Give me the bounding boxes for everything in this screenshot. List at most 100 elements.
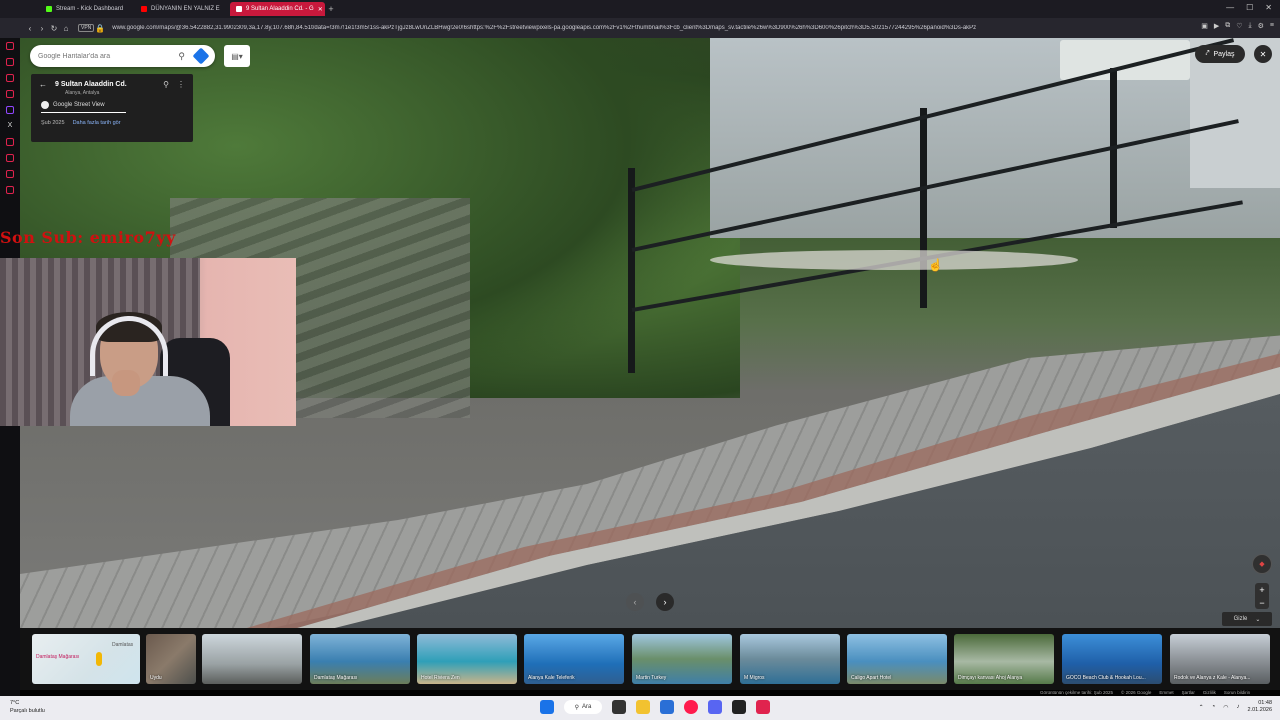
volume-icon[interactable]: ♪ — [1237, 704, 1240, 710]
clock[interactable]: 01:48 2.01.2026 — [1248, 700, 1272, 714]
thumb-caption: Alanya Kale Teleferik — [528, 675, 575, 681]
photo-thumbnail[interactable]: Rodok ve Alanya z Kale - Alanya... — [1170, 634, 1270, 684]
compass-icon[interactable]: ◆ — [1252, 554, 1272, 574]
taskbar-search-label: Ara — [582, 704, 592, 710]
tab-label: 9 Sultan Alaaddin Cd. - G — [246, 6, 314, 12]
capture-date: Şub 2025 — [41, 120, 65, 126]
navigation-marker[interactable] — [710, 250, 1078, 270]
sidebar-clock-icon[interactable] — [6, 138, 14, 146]
heart-icon[interactable]: ♡ — [1236, 22, 1242, 30]
photo-thumbnail[interactable]: GOCO Beach Club & Hookah Lou... — [1062, 634, 1162, 684]
pin-icon[interactable]: ⚲ — [163, 80, 169, 89]
sidebar-box-icon[interactable] — [6, 154, 14, 162]
calendar-icon[interactable] — [660, 700, 674, 714]
photo-thumbnail[interactable] — [202, 634, 302, 684]
close-tab-icon[interactable]: ✕ — [318, 6, 323, 13]
previous-photo-button[interactable]: ‹ — [626, 593, 644, 611]
directions-icon[interactable] — [192, 47, 210, 65]
weather-widget[interactable]: 7°C Parçalı bulutlu — [10, 699, 45, 715]
photo-thumbnail[interactable]: Damlataş Mağarası — [310, 634, 410, 684]
sidebar-home-icon[interactable] — [6, 42, 14, 50]
layers-icon: ▤▾ — [231, 51, 243, 61]
extension-icon[interactable]: ⚙ — [1258, 22, 1264, 30]
system-tray: ⌃ ◔ ◠ ♪ 01:48 2.01.2026 — [1199, 700, 1272, 714]
footer-link[interactable]: Emmet — [1159, 690, 1173, 695]
taskbar-search[interactable]: ⚲ Ara — [564, 700, 602, 714]
hide-strip-button[interactable]: Gizle ⌄ — [1222, 612, 1272, 626]
pegman-icon[interactable] — [96, 652, 102, 666]
photo-thumbnail[interactable]: Caligo Apart Hotel — [847, 634, 947, 684]
sign — [1060, 40, 1190, 80]
close-window-icon[interactable]: ✕ — [1265, 3, 1272, 12]
url-field[interactable]: www.google.com/maps/@36.5422882,31.99023… — [112, 25, 1112, 31]
photo-thumbnail[interactable]: Martin Turkey — [632, 634, 732, 684]
zoom-out-icon[interactable]: − — [1259, 598, 1264, 608]
minimize-icon[interactable]: — — [1226, 3, 1234, 12]
kick-icon — [46, 6, 52, 12]
menu-icon[interactable]: ≡ — [1270, 22, 1274, 30]
discord-icon[interactable] — [708, 700, 722, 714]
share-label: Paylaş — [1213, 50, 1235, 58]
sidebar-heart-icon[interactable] — [6, 170, 14, 178]
sidebar-messenger-icon[interactable] — [6, 74, 14, 82]
screenshot-icon[interactable]: ⧉ — [1225, 22, 1230, 30]
file-explorer-icon[interactable] — [636, 700, 650, 714]
photo-thumbnail[interactable]: Alanya Kale Teleferik — [524, 634, 624, 684]
vpn-badge[interactable]: VPN — [78, 24, 95, 32]
home-icon[interactable]: ⌂ — [60, 24, 72, 33]
wifi-icon[interactable]: ◠ — [1223, 704, 1228, 711]
close-icon: ✕ — [1259, 49, 1267, 59]
network-icon[interactable]: ◔ — [1212, 704, 1216, 710]
forward-icon[interactable]: › — [36, 24, 48, 33]
hide-label: Gizle — [1233, 616, 1248, 622]
maps-footer: Görüntünün çekilme tarihi: Şub 2025 © 20… — [1040, 690, 1250, 695]
footer-link[interactable]: Şartlar — [1182, 690, 1195, 695]
sidebar-x-icon[interactable]: X — [6, 122, 14, 130]
camera-icon[interactable]: ▣ — [1201, 22, 1208, 30]
photo-thumbnail[interactable]: Hotel Riviera Zen — [417, 634, 517, 684]
footer-link[interactable]: Gizlilik — [1203, 690, 1216, 695]
play-icon[interactable]: ▶ — [1214, 22, 1219, 30]
tab-google-maps[interactable]: 9 Sultan Alaaddin Cd. - G ✕ — [230, 2, 325, 16]
download-icon[interactable]: ⤓ — [1249, 22, 1252, 30]
maps-search-box[interactable]: ⚲ — [30, 45, 215, 67]
photo-thumbnail[interactable]: Dimçayı kanvası Ahoj Alanya — [954, 634, 1054, 684]
photo-thumbnail[interactable]: M Migros — [740, 634, 840, 684]
search-icon[interactable]: ⚲ — [178, 51, 185, 62]
opera-icon[interactable] — [684, 700, 698, 714]
sidebar-settings-icon[interactable] — [6, 186, 14, 194]
thumb-caption: Caligo Apart Hotel — [851, 675, 892, 681]
thumb-caption: Martin Turkey — [636, 675, 667, 681]
sidebar-twitch-icon[interactable] — [6, 106, 14, 114]
map-thumbnail[interactable]: Damlataş Mağarası Damlatas — [32, 634, 140, 684]
toolbar-icons: ▣ ▶ ⧉ ♡ ⤓ ⚙ ≡ — [1201, 22, 1274, 30]
layers-button[interactable]: ▤▾ — [224, 45, 250, 67]
reload-icon[interactable]: ↻ — [48, 24, 60, 33]
sidebar-music-icon[interactable] — [6, 90, 14, 98]
zoom-in-icon[interactable]: + — [1259, 585, 1264, 595]
maximize-icon[interactable]: ☐ — [1246, 3, 1253, 12]
tab-kick-dashboard[interactable]: Stream - Kick Dashboard — [40, 2, 135, 16]
zoom-control: + − — [1255, 583, 1269, 609]
more-options-icon[interactable]: ⋮ — [177, 80, 185, 89]
start-icon[interactable] — [540, 700, 554, 714]
satellite-thumbnail[interactable]: Uydu — [146, 634, 196, 684]
next-photo-button[interactable]: › — [656, 593, 674, 611]
task-view-icon[interactable] — [612, 700, 626, 714]
sidebar-gx-icon[interactable] — [6, 58, 14, 66]
search-input[interactable] — [38, 52, 168, 60]
weather-condition: Parçalı bulutlu — [10, 708, 45, 714]
map-label-road: Damlatas — [112, 642, 134, 648]
spotify-icon[interactable] — [732, 700, 746, 714]
share-button[interactable]: ⤤ Paylaş — [1195, 45, 1245, 63]
back-icon[interactable]: ‹ — [24, 24, 36, 33]
close-street-view-button[interactable]: ✕ — [1254, 45, 1272, 63]
back-arrow-icon[interactable]: ← — [39, 80, 47, 89]
place-title: 9 Sultan Alaaddin Cd. — [55, 81, 127, 88]
more-dates-link[interactable]: Daha fazla tarih gör — [73, 120, 121, 126]
footer-link[interactable]: Sorun bildirin — [1224, 690, 1250, 695]
obs-icon[interactable] — [756, 700, 770, 714]
tray-chevron-icon[interactable]: ⌃ — [1199, 704, 1204, 711]
new-tab-button[interactable]: + — [325, 4, 337, 14]
tab-youtube[interactable]: DÜNYANIN EN YALNIZ E — [135, 2, 230, 16]
